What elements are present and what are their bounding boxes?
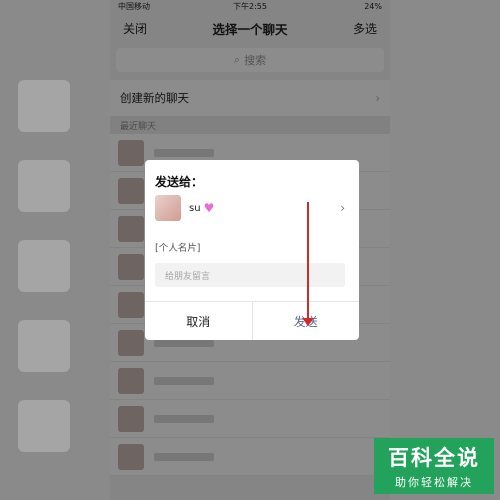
blurred-thumbnail	[18, 320, 70, 372]
blurred-thumbnail	[18, 160, 70, 212]
annotation-arrow-head	[302, 318, 314, 326]
message-input[interactable]: 给朋友留言	[155, 263, 345, 287]
cancel-button[interactable]: 取消	[145, 302, 253, 340]
watermark-logo: 百科全说 助你轻松解决	[374, 438, 494, 494]
dialog-button-bar: 取消 发送	[145, 301, 359, 340]
background-left-panel	[0, 0, 110, 500]
recipient-row[interactable]: su ♥ ›	[155, 194, 351, 222]
blurred-thumbnail	[18, 80, 70, 132]
watermark-main: 百科全说	[388, 446, 480, 470]
background-right-panel	[390, 0, 500, 500]
annotation-arrow	[307, 202, 309, 322]
recipient-avatar	[155, 195, 181, 221]
dialog-title: 发送给：	[155, 175, 204, 189]
chevron-right-icon: ›	[340, 201, 345, 215]
message-placeholder: 给朋友留言	[165, 271, 211, 282]
send-to-dialog: 发送给： su ♥ › [个人名片] 给朋友留言 取消 发送	[145, 160, 359, 340]
blurred-thumbnail	[18, 400, 70, 452]
card-type-label: [个人名片]	[155, 243, 201, 254]
watermark-sub: 助你轻松解决	[395, 476, 473, 489]
recipient-name: su	[189, 202, 201, 214]
heart-icon: ♥	[203, 201, 215, 215]
blurred-thumbnail	[18, 240, 70, 292]
